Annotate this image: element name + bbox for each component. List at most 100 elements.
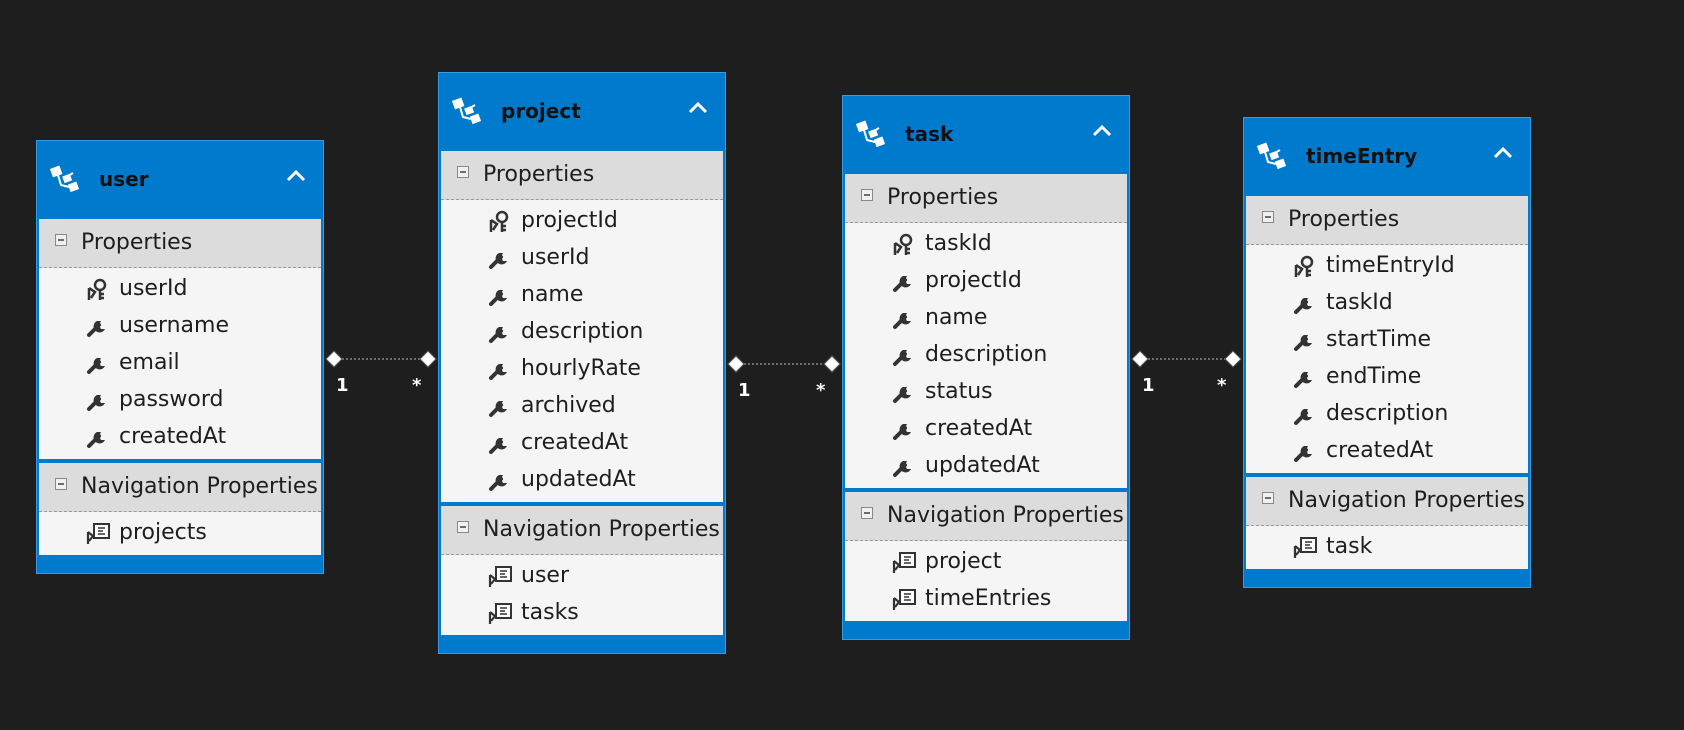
navigation-property-name: tasks	[521, 600, 579, 625]
navigation-property-row[interactable]: tasks	[441, 595, 723, 632]
wrench-icon	[85, 389, 111, 413]
collapse-section-icon[interactable]	[861, 186, 873, 201]
property-row[interactable]: email	[39, 345, 321, 382]
property-row[interactable]: taskId	[845, 226, 1127, 263]
property-name: archived	[521, 393, 616, 418]
navigation-property-list: projects	[39, 512, 321, 555]
navigation-property-row[interactable]: task	[1246, 529, 1528, 566]
multiplicity-many-label: *	[816, 380, 826, 401]
wrench-icon	[85, 315, 111, 339]
key-icon	[891, 233, 917, 257]
navigation-property-icon	[891, 551, 917, 575]
entity-header[interactable]: user	[39, 141, 321, 219]
property-name: createdAt	[521, 430, 629, 455]
property-row[interactable]: createdAt	[845, 411, 1127, 448]
property-row[interactable]: createdAt	[39, 419, 321, 456]
wrench-icon	[891, 381, 917, 405]
property-row[interactable]: projectId	[845, 263, 1127, 300]
property-row[interactable]: projectId	[441, 203, 723, 240]
association-end-diamond[interactable]	[1131, 350, 1149, 368]
association-end-diamond[interactable]	[727, 355, 745, 373]
navigation-property-section-header[interactable]: Navigation Properties	[1246, 477, 1528, 526]
property-row[interactable]: timeEntryId	[1246, 248, 1528, 285]
property-row[interactable]: updatedAt	[845, 448, 1127, 485]
property-row[interactable]: status	[845, 374, 1127, 411]
entity-title: project	[501, 99, 581, 123]
entity-box-task[interactable]: task Properties taskId projectId name descri…	[842, 95, 1130, 640]
chevron-up-icon[interactable]	[1091, 124, 1113, 138]
entity-header[interactable]: project	[441, 73, 723, 151]
property-section-header[interactable]: Properties	[39, 219, 321, 268]
property-row[interactable]: createdAt	[441, 425, 723, 462]
property-row[interactable]: userId	[441, 240, 723, 277]
chevron-up-icon[interactable]	[285, 169, 307, 183]
collapse-section-icon[interactable]	[457, 518, 469, 533]
property-section-header[interactable]: Properties	[441, 151, 723, 200]
property-row[interactable]: description	[441, 314, 723, 351]
navigation-property-list: task	[1246, 526, 1528, 569]
wrench-icon	[1292, 366, 1318, 390]
property-name: endTime	[1326, 364, 1422, 389]
navigation-property-name: projects	[119, 520, 207, 545]
navigation-property-section-title: Navigation Properties	[483, 517, 720, 542]
wrench-icon	[85, 352, 111, 376]
property-row[interactable]: archived	[441, 388, 723, 425]
property-row[interactable]: description	[845, 337, 1127, 374]
entity-type-icon	[49, 165, 80, 193]
wrench-icon	[891, 270, 917, 294]
property-name: description	[925, 342, 1048, 367]
navigation-property-row[interactable]: projects	[39, 515, 321, 552]
property-row[interactable]: updatedAt	[441, 462, 723, 499]
property-name: userId	[521, 245, 590, 270]
navigation-property-section-header[interactable]: Navigation Properties	[39, 463, 321, 512]
association-end-diamond[interactable]	[325, 350, 343, 368]
property-row[interactable]: endTime	[1246, 359, 1528, 396]
property-list: taskId projectId name description status crea…	[845, 223, 1127, 488]
navigation-property-row[interactable]: user	[441, 558, 723, 595]
wrench-icon	[1292, 440, 1318, 464]
association-end-diamond[interactable]	[1224, 350, 1242, 368]
entity-box-user[interactable]: user Properties userId username email passwo…	[36, 140, 324, 574]
wrench-icon	[487, 247, 513, 271]
property-row[interactable]: name	[845, 300, 1127, 337]
collapse-section-icon[interactable]	[1262, 489, 1274, 504]
property-name: description	[521, 319, 644, 344]
property-section-header[interactable]: Properties	[845, 174, 1127, 223]
property-row[interactable]: userId	[39, 271, 321, 308]
property-row[interactable]: startTime	[1246, 322, 1528, 359]
property-name: updatedAt	[925, 453, 1040, 478]
chevron-up-icon[interactable]	[687, 101, 709, 115]
collapse-section-icon[interactable]	[861, 504, 873, 519]
property-name: projectId	[925, 268, 1022, 293]
property-section-header[interactable]: Properties	[1246, 196, 1528, 245]
property-row[interactable]: hourlyRate	[441, 351, 723, 388]
property-row[interactable]: name	[441, 277, 723, 314]
navigation-property-section-header[interactable]: Navigation Properties	[845, 492, 1127, 541]
navigation-property-row[interactable]: timeEntries	[845, 581, 1127, 618]
collapse-section-icon[interactable]	[55, 231, 67, 246]
wrench-icon	[487, 469, 513, 493]
navigation-property-list: project timeEntries	[845, 541, 1127, 621]
property-row[interactable]: taskId	[1246, 285, 1528, 322]
wrench-icon	[891, 455, 917, 479]
property-name: taskId	[925, 231, 992, 256]
entity-header[interactable]: timeEntry	[1246, 118, 1528, 196]
property-row[interactable]: description	[1246, 396, 1528, 433]
property-row[interactable]: password	[39, 382, 321, 419]
property-section-title: Properties	[483, 162, 595, 187]
collapse-section-icon[interactable]	[55, 475, 67, 490]
navigation-property-section-header[interactable]: Navigation Properties	[441, 506, 723, 555]
property-row[interactable]: createdAt	[1246, 433, 1528, 470]
property-row[interactable]: username	[39, 308, 321, 345]
entity-box-project[interactable]: project Properties projectId userId name des…	[438, 72, 726, 654]
association-end-diamond[interactable]	[419, 350, 437, 368]
navigation-property-section-title: Navigation Properties	[1288, 488, 1525, 513]
collapse-section-icon[interactable]	[457, 163, 469, 178]
chevron-up-icon[interactable]	[1492, 146, 1514, 160]
navigation-property-row[interactable]: project	[845, 544, 1127, 581]
wrench-icon	[487, 284, 513, 308]
collapse-section-icon[interactable]	[1262, 208, 1274, 223]
entity-header[interactable]: task	[845, 96, 1127, 174]
entity-box-timeEntry[interactable]: timeEntry Properties timeEntryId taskId sta…	[1243, 117, 1531, 588]
association-end-diamond[interactable]	[823, 355, 841, 373]
